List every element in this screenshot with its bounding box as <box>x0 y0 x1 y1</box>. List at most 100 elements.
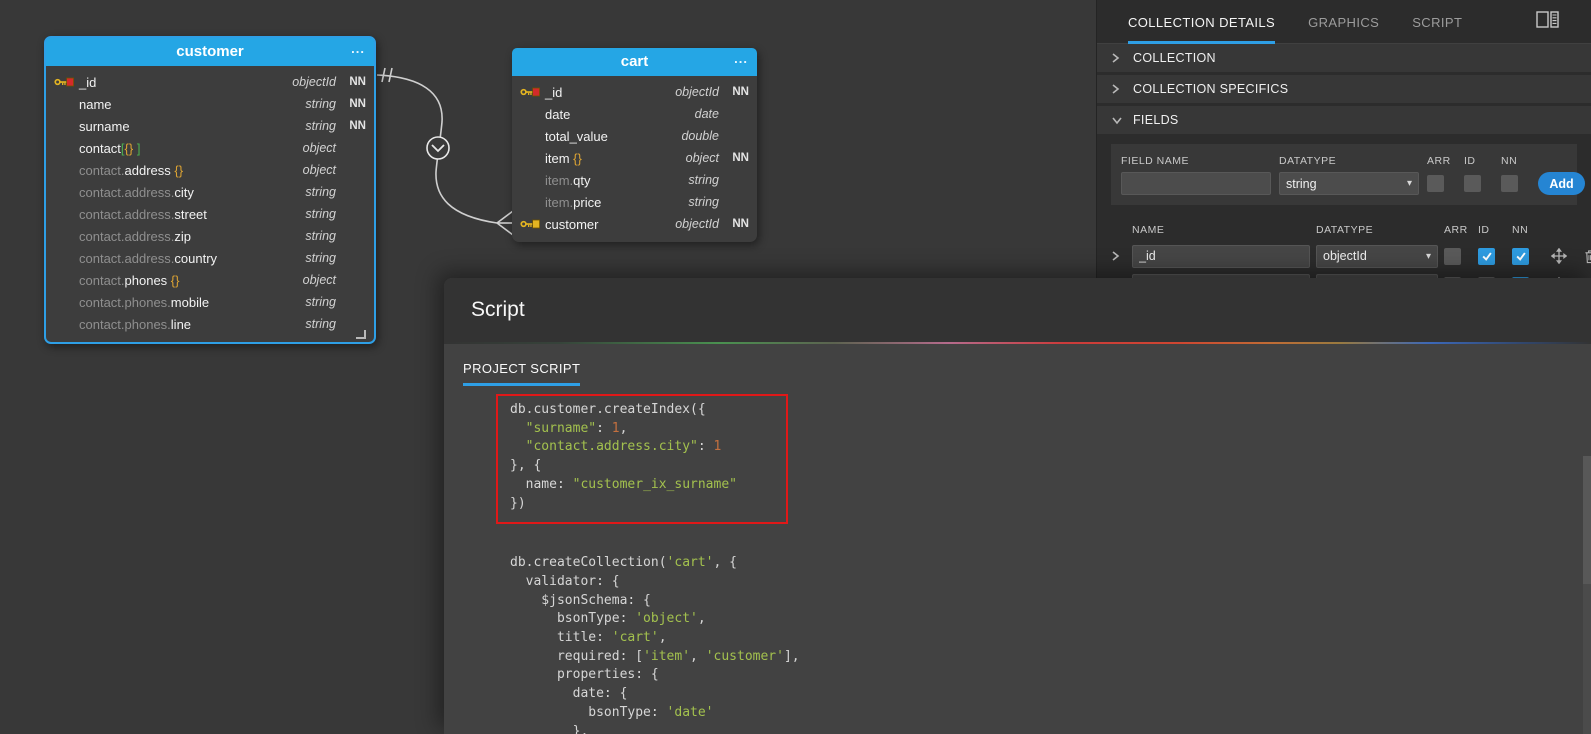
field-row[interactable]: item.pricestring <box>512 191 757 213</box>
field-name: item {} <box>545 151 647 166</box>
section-fields[interactable]: FIELDS <box>1097 106 1591 134</box>
field-row[interactable]: namestringNN <box>46 93 374 115</box>
caret-down-icon: ▾ <box>1407 178 1412 189</box>
field-datatype: string <box>256 251 336 265</box>
id-checkbox[interactable] <box>1464 175 1481 192</box>
field-row[interactable]: contact.phones.linestring <box>46 313 374 335</box>
field-row[interactable]: contact.phones {}object <box>46 269 374 291</box>
field-row[interactable]: contact.phones.mobilestring <box>46 291 374 313</box>
resize-handle[interactable] <box>356 330 366 339</box>
field-row[interactable]: datedate <box>512 103 757 125</box>
field-nn-flag: NN <box>336 76 366 88</box>
add-field-button[interactable]: Add <box>1538 172 1585 195</box>
field-datatype: string <box>256 317 336 331</box>
row-datatype-select[interactable]: objectId▾ <box>1316 245 1438 268</box>
field-row[interactable]: contact.address.citystring <box>46 181 374 203</box>
field-name: contact.address {} <box>79 163 256 178</box>
field-row[interactable]: _idobjectIdNN <box>512 81 757 103</box>
datatype-label: DATATYPE <box>1279 152 1419 170</box>
delete-field-button[interactable] <box>1578 249 1591 264</box>
field-datatype: objectId <box>256 75 336 89</box>
id-column-header: ID <box>1478 221 1506 239</box>
field-name-input[interactable] <box>1121 172 1271 195</box>
entity-cart[interactable]: cart ... _idobjectIdNNdatedatetotal_valu… <box>512 48 757 242</box>
field-name: contact.address.city <box>79 185 256 200</box>
field-datatype: double <box>647 129 719 143</box>
foreign-key-icon <box>520 218 540 230</box>
name-column-header: NAME <box>1132 221 1310 239</box>
code-block: db.createCollection('cart', { validator:… <box>496 554 1591 734</box>
datatype-select[interactable]: string ▾ <box>1279 172 1419 195</box>
field-row[interactable]: contact.address.zipstring <box>46 225 374 247</box>
check-icon <box>1515 250 1527 262</box>
entity-menu-button[interactable]: ... <box>734 45 748 73</box>
row-name-input[interactable] <box>1132 245 1310 268</box>
nn-column-header: NN <box>1512 221 1540 239</box>
entity-title: customer <box>176 43 244 60</box>
datatype-column-header: DATATYPE <box>1316 221 1438 239</box>
script-modal-header[interactable]: Script <box>444 278 1591 342</box>
script-code[interactable]: db.customer.createIndex({ "surname": 1, … <box>444 386 1591 734</box>
tab-graphics[interactable]: GRAPHICS <box>1308 0 1379 44</box>
tab-collection-details[interactable]: COLLECTION DETAILS <box>1128 0 1275 44</box>
row-arr-checkbox[interactable] <box>1444 248 1461 265</box>
check-icon <box>1481 250 1493 262</box>
entity-customer[interactable]: customer ... _idobjectIdNNnamestringNNsu… <box>44 36 376 344</box>
entity-menu-button[interactable]: ... <box>351 35 365 63</box>
primary-key-icon <box>520 86 540 98</box>
sidebar-tabbar: COLLECTION DETAILS GRAPHICS SCRIPT <box>1097 0 1591 44</box>
field-datatype: object <box>647 151 719 165</box>
section-collection[interactable]: COLLECTION <box>1097 44 1591 72</box>
field-datatype: object <box>256 273 336 287</box>
field-name: total_value <box>545 129 647 144</box>
field-table-row: objectId▾ <box>1111 243 1577 269</box>
field-row[interactable]: _idobjectIdNN <box>46 71 374 93</box>
field-datatype: string <box>647 173 719 187</box>
add-field-form: FIELD NAME DATATYPE ARR ID NN string ▾ A… <box>1111 144 1577 205</box>
arr-label: ARR <box>1427 152 1456 170</box>
field-name: surname <box>79 119 256 134</box>
field-row[interactable]: customerobjectIdNN <box>512 213 757 235</box>
field-name: contact.phones.mobile <box>79 295 256 310</box>
field-datatype: string <box>256 97 336 111</box>
field-row[interactable]: total_valuedouble <box>512 125 757 147</box>
arr-column-header: ARR <box>1444 221 1472 239</box>
entity-header[interactable]: customer ... <box>46 38 374 66</box>
relationship-chevron-icon <box>427 137 449 159</box>
field-row[interactable]: contact[{} ]object <box>46 137 374 159</box>
modal-scrollbar[interactable] <box>1583 456 1591 734</box>
arr-checkbox[interactable] <box>1427 175 1444 192</box>
field-datatype: string <box>256 185 336 199</box>
field-name: customer <box>545 217 647 232</box>
split-panel-icon[interactable] <box>1536 11 1559 33</box>
field-datatype: objectId <box>647 85 719 99</box>
field-row[interactable]: surnamestringNN <box>46 115 374 137</box>
tab-script[interactable]: SCRIPT <box>1412 0 1462 44</box>
field-row[interactable]: contact.address.countrystring <box>46 247 374 269</box>
entity-field-list: _idobjectIdNNdatedatetotal_valuedoubleit… <box>512 76 757 242</box>
field-nn-flag: NN <box>336 98 366 110</box>
trash-icon <box>1584 249 1591 264</box>
field-name: name <box>79 97 256 112</box>
field-nn-flag: NN <box>719 86 749 98</box>
field-row[interactable]: contact.address.streetstring <box>46 203 374 225</box>
row-nn-checkbox[interactable] <box>1512 248 1529 265</box>
field-datatype: object <box>256 141 336 155</box>
field-row[interactable]: contact.address {}object <box>46 159 374 181</box>
field-name: date <box>545 107 647 122</box>
entity-header[interactable]: cart ... <box>512 48 757 76</box>
primary-key-icon <box>54 76 74 88</box>
field-row[interactable]: item.qtystring <box>512 169 757 191</box>
field-row[interactable]: item {}objectNN <box>512 147 757 169</box>
field-name: contact.address.street <box>79 207 256 222</box>
move-field-button[interactable] <box>1546 248 1572 264</box>
field-datatype: objectId <box>647 217 719 231</box>
tab-project-script[interactable]: PROJECT SCRIPT <box>463 361 580 386</box>
field-datatype: string <box>256 119 336 133</box>
field-nn-flag: NN <box>719 218 749 230</box>
section-collection-specifics[interactable]: COLLECTION SPECIFICS <box>1097 75 1591 103</box>
row-id-checkbox[interactable] <box>1478 248 1495 265</box>
nn-checkbox[interactable] <box>1501 175 1518 192</box>
move-icon <box>1551 248 1567 264</box>
expand-row-icon[interactable] <box>1111 250 1126 262</box>
